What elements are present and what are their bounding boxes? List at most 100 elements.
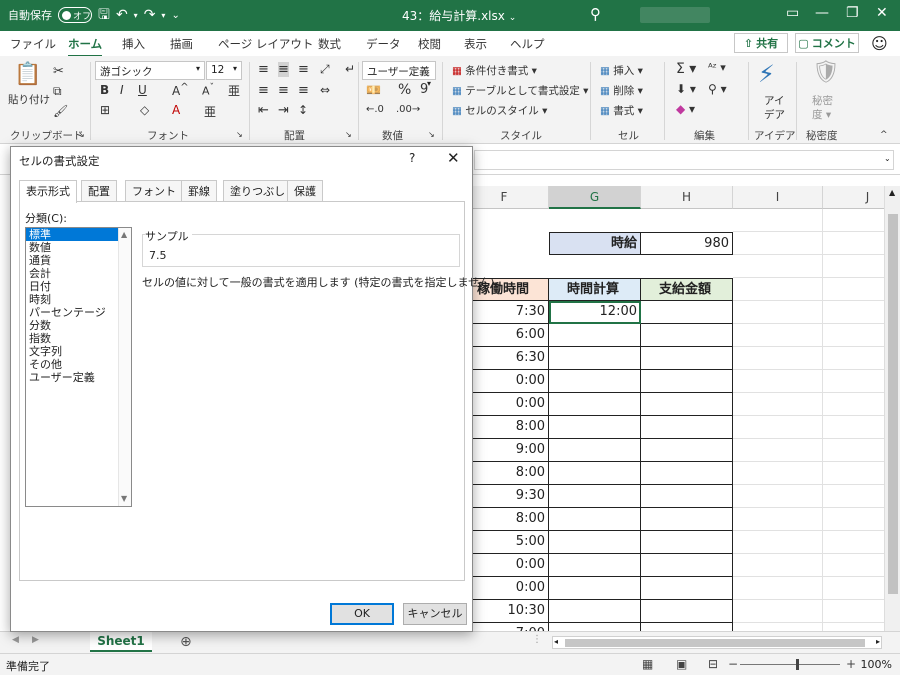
clear-icon[interactable]: ◆ ▾ — [676, 102, 695, 116]
paste-icon[interactable]: 📋 — [14, 62, 41, 87]
tab-help[interactable]: ヘルプ — [510, 36, 545, 52]
collapse-ribbon-icon[interactable]: ^ — [880, 130, 888, 140]
empty-cell[interactable] — [823, 347, 884, 370]
sheet-tab-sheet1[interactable]: Sheet1 — [90, 632, 152, 652]
help-icon[interactable]: ? — [409, 151, 415, 165]
category-item[interactable]: 標準 — [26, 228, 118, 241]
pay-amount-cell[interactable] — [641, 462, 733, 485]
text-direction-icon[interactable]: ↕ — [298, 103, 308, 117]
time-calc-cell[interactable] — [549, 623, 641, 631]
customize-qat-icon[interactable]: ⌄ — [171, 10, 179, 21]
category-item[interactable]: パーセンテージ — [26, 306, 131, 319]
align-bottom-icon[interactable]: ≡ — [298, 62, 309, 77]
copy-icon[interactable]: ⧉ — [53, 84, 62, 99]
time-calc-cell[interactable] — [549, 508, 641, 531]
category-item[interactable]: 日付 — [26, 280, 131, 293]
time-calc-cell[interactable] — [549, 485, 641, 508]
empty-cell[interactable] — [823, 393, 884, 416]
save-icon[interactable]: 🖫 — [98, 8, 110, 22]
pay-amount-cell[interactable] — [641, 508, 733, 531]
phonetic-icon[interactable]: 亜 — [228, 82, 240, 99]
ribbon-display-icon[interactable]: ▭ — [786, 5, 799, 21]
zoom-in-icon[interactable]: + — [846, 657, 856, 671]
ideas-icon[interactable]: ⚡ — [758, 60, 775, 88]
time-calc-cell[interactable] — [549, 462, 641, 485]
normal-view-icon[interactable]: ▦ — [642, 657, 653, 671]
tab-page-layout[interactable]: ページ レイアウト — [218, 36, 313, 52]
phonetic-guide-icon[interactable]: 亜 — [204, 103, 216, 120]
close-window-icon[interactable]: ✕ — [876, 5, 888, 21]
page-break-view-icon[interactable]: ⊟ — [708, 657, 718, 671]
find-select-icon[interactable]: ⚲ ▾ — [708, 82, 727, 96]
empty-cell[interactable] — [733, 623, 823, 631]
empty-cell[interactable] — [823, 370, 884, 393]
redo-icon[interactable]: ↷ — [144, 8, 156, 22]
empty-cell[interactable] — [823, 485, 884, 508]
alignment-launcher-icon[interactable]: ↘ — [345, 130, 352, 139]
font-size-combo[interactable]: 12 ▾ — [206, 61, 242, 80]
tab-draw[interactable]: 描画 — [170, 36, 193, 52]
add-sheet-icon[interactable]: ⊕ — [180, 634, 192, 650]
tab-review[interactable]: 校閲 — [418, 36, 441, 52]
empty-cell[interactable] — [733, 485, 823, 508]
time-calc-cell[interactable]: 12:00 — [549, 301, 641, 324]
empty-cell[interactable] — [733, 577, 823, 600]
sort-filter-icon[interactable]: ᴬᶻ ▾ — [708, 61, 726, 74]
empty-cell[interactable] — [823, 439, 884, 462]
increase-indent-icon[interactable]: ⇥ — [278, 103, 289, 118]
pay-amount-cell[interactable] — [641, 347, 733, 370]
category-item[interactable]: その他 — [26, 358, 131, 371]
empty-cell[interactable] — [733, 600, 823, 623]
pay-amount-cell[interactable] — [641, 301, 733, 324]
pay-amount-cell[interactable] — [641, 324, 733, 347]
conditional-format-button[interactable]: ▦ 条件付き書式 ▾ — [452, 63, 537, 78]
column-header-g[interactable]: G — [549, 186, 641, 209]
work-hours-cell[interactable]: 8:00 — [460, 416, 549, 439]
wrap-text-icon[interactable]: ↵ — [345, 62, 355, 76]
clipboard-launcher-icon[interactable]: ↘ — [78, 130, 85, 139]
tab-file[interactable]: ファイル — [10, 36, 56, 52]
insert-cells-button[interactable]: ▦ 挿入 ▾ — [600, 63, 643, 78]
work-hours-cell[interactable]: 10:30 — [460, 600, 549, 623]
category-item[interactable]: 分数 — [26, 319, 131, 332]
expand-formula-icon[interactable]: ⌄ — [884, 154, 891, 163]
category-item[interactable]: 文字列 — [26, 345, 131, 358]
decrease-decimal-icon[interactable]: .00→ — [396, 104, 420, 115]
undo-icon[interactable]: ↶ — [116, 8, 128, 22]
pay-amount-cell[interactable] — [641, 554, 733, 577]
time-calc-cell[interactable] — [549, 393, 641, 416]
font-launcher-icon[interactable]: ↘ — [236, 130, 243, 139]
column-header-f[interactable]: F — [460, 186, 549, 209]
time-calc-cell[interactable] — [549, 324, 641, 347]
delete-cells-button[interactable]: ▦ 削除 ▾ — [600, 83, 643, 98]
ideas-button-line2[interactable]: デア — [764, 107, 785, 122]
autosave-toggle[interactable]: オフ — [58, 7, 92, 23]
work-hours-cell[interactable]: 0:00 — [460, 370, 549, 393]
time-calc-cell[interactable] — [549, 370, 641, 393]
decrease-indent-icon[interactable]: ⇤ — [258, 103, 269, 118]
category-item[interactable]: 指数 — [26, 332, 131, 345]
share-button[interactable]: ⇧ 共有 — [734, 33, 788, 53]
category-item[interactable]: 会計 — [26, 267, 131, 280]
rate-value-cell[interactable]: 980 — [641, 232, 733, 255]
empty-cell[interactable] — [733, 278, 823, 301]
column-header-j[interactable]: J — [823, 186, 884, 209]
horizontal-scrollbar[interactable]: ◂ ▸ — [552, 636, 882, 649]
empty-cell[interactable] — [733, 370, 823, 393]
tab-home[interactable]: ホーム — [68, 36, 103, 57]
sensitivity-button-line1[interactable]: 秘密 — [812, 93, 833, 108]
work-hours-cell[interactable]: 0:00 — [460, 393, 549, 416]
prev-sheet-icon[interactable]: ◀ — [12, 635, 19, 645]
page-layout-view-icon[interactable]: ▣ — [676, 657, 687, 671]
pay-amount-cell[interactable] — [641, 531, 733, 554]
empty-cell[interactable] — [823, 232, 884, 255]
tab-formulas[interactable]: 数式 — [318, 36, 341, 52]
category-scrollbar[interactable]: ▲ ▼ — [118, 228, 131, 506]
redo-dropdown-icon[interactable]: ▾ — [161, 11, 165, 20]
ideas-button-line1[interactable]: アイ — [764, 93, 784, 108]
work-hours-cell[interactable]: 8:00 — [460, 508, 549, 531]
restore-icon[interactable]: ❐ — [846, 5, 859, 21]
column-header-h[interactable]: H — [641, 186, 733, 209]
minimize-icon[interactable]: — — [815, 5, 829, 21]
percent-icon[interactable]: % — [398, 82, 411, 98]
